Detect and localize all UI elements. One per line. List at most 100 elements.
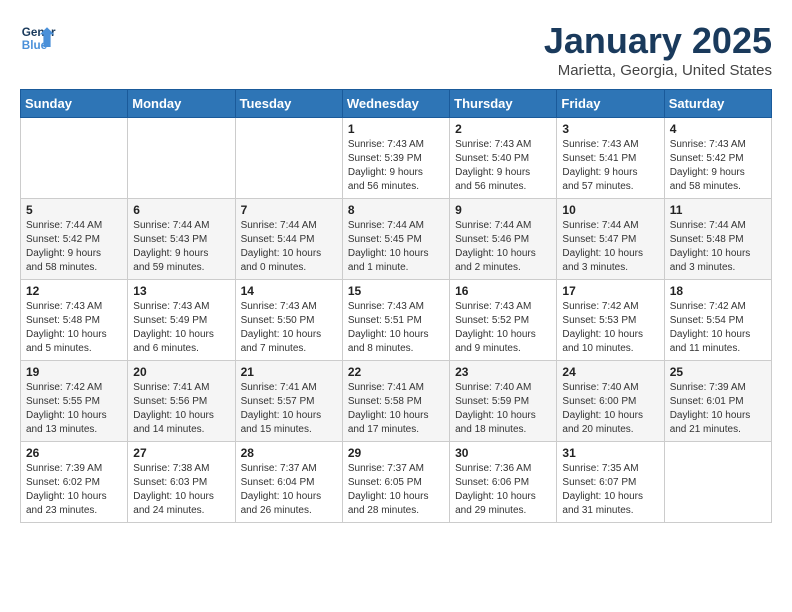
day-info: Sunrise: 7:42 AM Sunset: 5:55 PM Dayligh… — [26, 381, 122, 437]
day-info: Sunrise: 7:41 AM Sunset: 5:57 PM Dayligh… — [241, 381, 337, 437]
day-info: Sunrise: 7:44 AM Sunset: 5:46 PM Dayligh… — [455, 219, 551, 275]
calendar-cell: 3 Sunrise: 7:43 AM Sunset: 5:41 PM Daylig… — [557, 118, 664, 199]
calendar-table: SundayMondayTuesdayWednesdayThursdayFrid… — [20, 89, 772, 523]
weekday-header-saturday: Saturday — [664, 90, 771, 118]
calendar-cell: 29 Sunrise: 7:37 AM Sunset: 6:05 PM Dayli… — [342, 442, 449, 523]
day-info: Sunrise: 7:39 AM Sunset: 6:02 PM Dayligh… — [26, 462, 122, 518]
day-number: 10 — [562, 203, 658, 217]
day-number: 6 — [133, 203, 229, 217]
calendar-cell: 8Sunrise: 7:44 AM Sunset: 5:45 PM Daylig… — [342, 199, 449, 280]
day-number: 2 — [455, 122, 551, 136]
page-header: General Blue January 2025 Marietta, Geor… — [20, 20, 772, 79]
day-info: Sunrise: 7:37 AM Sunset: 6:04 PM Dayligh… — [241, 462, 337, 518]
day-info: Sunrise: 7:39 AM Sunset: 6:01 PM Dayligh… — [670, 381, 766, 437]
day-number: 28 — [241, 446, 337, 460]
day-number: 8 — [348, 203, 444, 217]
day-number: 7 — [241, 203, 337, 217]
day-info: Sunrise: 7:36 AM Sunset: 6:06 PM Dayligh… — [455, 462, 551, 518]
day-number: 25 — [670, 365, 766, 379]
calendar-cell: 13 Sunrise: 7:43 AM Sunset: 5:49 PM Dayli… — [128, 280, 235, 361]
day-number: 30 — [455, 446, 551, 460]
week-row-5: 26 Sunrise: 7:39 AM Sunset: 6:02 PM Dayli… — [21, 442, 772, 523]
day-info: Sunrise: 7:43 AM Sunset: 5:52 PM Dayligh… — [455, 300, 551, 356]
calendar-cell: 7 Sunrise: 7:44 AM Sunset: 5:44 PM Daylig… — [235, 199, 342, 280]
calendar-cell: 6 Sunrise: 7:44 AM Sunset: 5:43 PM Daylig… — [128, 199, 235, 280]
calendar-cell: 31Sunrise: 7:35 AM Sunset: 6:07 PM Dayli… — [557, 442, 664, 523]
calendar-cell: 5 Sunrise: 7:44 AM Sunset: 5:42 PM Daylig… — [21, 199, 128, 280]
calendar-cell: 20 Sunrise: 7:41 AM Sunset: 5:56 PM Dayli… — [128, 361, 235, 442]
calendar-cell: 27Sunrise: 7:38 AM Sunset: 6:03 PM Dayli… — [128, 442, 235, 523]
calendar-cell: 14 Sunrise: 7:43 AM Sunset: 5:50 PM Dayli… — [235, 280, 342, 361]
calendar-cell — [664, 442, 771, 523]
calendar-cell: 2 Sunrise: 7:43 AM Sunset: 5:40 PM Daylig… — [450, 118, 557, 199]
weekday-header-wednesday: Wednesday — [342, 90, 449, 118]
day-info: Sunrise: 7:43 AM Sunset: 5:49 PM Dayligh… — [133, 300, 229, 356]
day-number: 23 — [455, 365, 551, 379]
month-title: January 2025 — [544, 20, 772, 62]
calendar-cell: 30 Sunrise: 7:36 AM Sunset: 6:06 PM Dayli… — [450, 442, 557, 523]
logo: General Blue — [20, 20, 56, 56]
weekday-header-monday: Monday — [128, 90, 235, 118]
day-info: Sunrise: 7:44 AM Sunset: 5:47 PM Dayligh… — [562, 219, 658, 275]
day-number: 24 — [562, 365, 658, 379]
calendar-cell: 15Sunrise: 7:43 AM Sunset: 5:51 PM Dayli… — [342, 280, 449, 361]
title-block: January 2025 Marietta, Georgia, United S… — [544, 20, 772, 79]
day-info: Sunrise: 7:42 AM Sunset: 5:54 PM Dayligh… — [670, 300, 766, 356]
day-info: Sunrise: 7:40 AM Sunset: 5:59 PM Dayligh… — [455, 381, 551, 437]
day-number: 21 — [241, 365, 337, 379]
day-info: Sunrise: 7:41 AM Sunset: 5:56 PM Dayligh… — [133, 381, 229, 437]
day-number: 17 — [562, 284, 658, 298]
day-number: 3 — [562, 122, 658, 136]
day-number: 9 — [455, 203, 551, 217]
day-info: Sunrise: 7:35 AM Sunset: 6:07 PM Dayligh… — [562, 462, 658, 518]
weekday-header-friday: Friday — [557, 90, 664, 118]
calendar-cell — [128, 118, 235, 199]
calendar-cell: 11 Sunrise: 7:44 AM Sunset: 5:48 PM Dayli… — [664, 199, 771, 280]
calendar-cell: 17 Sunrise: 7:42 AM Sunset: 5:53 PM Dayli… — [557, 280, 664, 361]
day-info: Sunrise: 7:43 AM Sunset: 5:50 PM Dayligh… — [241, 300, 337, 356]
calendar-cell: 1 Sunrise: 7:43 AM Sunset: 5:39 PM Daylig… — [342, 118, 449, 199]
calendar-cell: 21 Sunrise: 7:41 AM Sunset: 5:57 PM Dayli… — [235, 361, 342, 442]
day-info: Sunrise: 7:43 AM Sunset: 5:39 PM Dayligh… — [348, 138, 444, 194]
week-row-1: 1 Sunrise: 7:43 AM Sunset: 5:39 PM Daylig… — [21, 118, 772, 199]
day-info: Sunrise: 7:43 AM Sunset: 5:41 PM Dayligh… — [562, 138, 658, 194]
day-number: 1 — [348, 122, 444, 136]
weekday-header-thursday: Thursday — [450, 90, 557, 118]
day-info: Sunrise: 7:40 AM Sunset: 6:00 PM Dayligh… — [562, 381, 658, 437]
day-number: 14 — [241, 284, 337, 298]
day-info: Sunrise: 7:44 AM Sunset: 5:42 PM Dayligh… — [26, 219, 122, 275]
day-info: Sunrise: 7:44 AM Sunset: 5:44 PM Dayligh… — [241, 219, 337, 275]
calendar-cell — [21, 118, 128, 199]
day-info: Sunrise: 7:42 AM Sunset: 5:53 PM Dayligh… — [562, 300, 658, 356]
week-row-2: 5 Sunrise: 7:44 AM Sunset: 5:42 PM Daylig… — [21, 199, 772, 280]
day-number: 18 — [670, 284, 766, 298]
logo-icon: General Blue — [20, 20, 56, 56]
day-info: Sunrise: 7:37 AM Sunset: 6:05 PM Dayligh… — [348, 462, 444, 518]
calendar-cell: 12Sunrise: 7:43 AM Sunset: 5:48 PM Dayli… — [21, 280, 128, 361]
location: Marietta, Georgia, United States — [544, 62, 772, 79]
day-number: 26 — [26, 446, 122, 460]
day-info: Sunrise: 7:43 AM Sunset: 5:51 PM Dayligh… — [348, 300, 444, 356]
weekday-header-tuesday: Tuesday — [235, 90, 342, 118]
calendar-cell: 28 Sunrise: 7:37 AM Sunset: 6:04 PM Dayli… — [235, 442, 342, 523]
day-number: 16 — [455, 284, 551, 298]
day-info: Sunrise: 7:44 AM Sunset: 5:48 PM Dayligh… — [670, 219, 766, 275]
calendar-cell: 18 Sunrise: 7:42 AM Sunset: 5:54 PM Dayli… — [664, 280, 771, 361]
calendar-cell: 24 Sunrise: 7:40 AM Sunset: 6:00 PM Dayli… — [557, 361, 664, 442]
day-number: 19 — [26, 365, 122, 379]
day-number: 5 — [26, 203, 122, 217]
day-info: Sunrise: 7:44 AM Sunset: 5:43 PM Dayligh… — [133, 219, 229, 275]
calendar-cell: 22Sunrise: 7:41 AM Sunset: 5:58 PM Dayli… — [342, 361, 449, 442]
day-number: 20 — [133, 365, 229, 379]
day-info: Sunrise: 7:43 AM Sunset: 5:40 PM Dayligh… — [455, 138, 551, 194]
calendar-cell: 16 Sunrise: 7:43 AM Sunset: 5:52 PM Dayli… — [450, 280, 557, 361]
calendar-cell: 9 Sunrise: 7:44 AM Sunset: 5:46 PM Daylig… — [450, 199, 557, 280]
day-number: 11 — [670, 203, 766, 217]
day-number: 27 — [133, 446, 229, 460]
day-number: 29 — [348, 446, 444, 460]
day-info: Sunrise: 7:43 AM Sunset: 5:42 PM Dayligh… — [670, 138, 766, 194]
calendar-cell: 26 Sunrise: 7:39 AM Sunset: 6:02 PM Dayli… — [21, 442, 128, 523]
weekday-header-row: SundayMondayTuesdayWednesdayThursdayFrid… — [21, 90, 772, 118]
day-number: 13 — [133, 284, 229, 298]
week-row-4: 19 Sunrise: 7:42 AM Sunset: 5:55 PM Dayli… — [21, 361, 772, 442]
